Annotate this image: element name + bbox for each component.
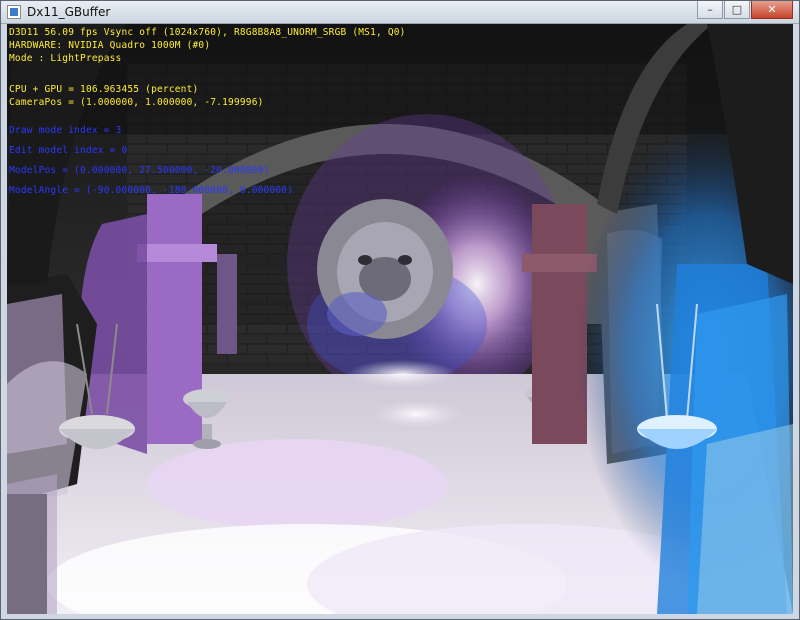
window-controls: – □ ✕ (696, 1, 793, 21)
hud-debug-line: Edit model index = 0 (9, 145, 128, 156)
maximize-button[interactable]: □ (724, 1, 750, 19)
minimize-icon: – (707, 3, 713, 16)
window-title: Dx11_GBuffer (27, 5, 111, 19)
app-window: Dx11_GBuffer – □ ✕ D3D11 56.09 fps Vsync… (0, 0, 800, 620)
hud-stat-line: CPU + GPU = 106.963455 (percent) (9, 84, 199, 95)
render-viewport[interactable]: D3D11 56.09 fps Vsync off (1024x760), R8… (7, 24, 793, 614)
hud-info-line: D3D11 56.09 fps Vsync off (1024x760), R8… (9, 27, 406, 38)
hud-info-line: Mode : LightPrepass (9, 53, 122, 64)
hud-debug-line: ModelPos = (0.000000, 27.500000, -20.000… (9, 165, 270, 176)
minimize-button[interactable]: – (697, 1, 723, 19)
hud-stat-line: CameraPos = (1.000000, 1.000000, -7.1999… (9, 97, 264, 108)
title-bar[interactable]: Dx11_GBuffer – □ ✕ (1, 1, 799, 24)
hud-debug-line: Draw mode index = 3 (9, 125, 122, 136)
maximize-icon: □ (731, 3, 743, 16)
hud-info-line: HARDWARE: NVIDIA Quadro 1000M (#0) (9, 40, 211, 51)
hud-debug-line: ModelAngle = (-90.000000, -180.000000, 0… (9, 185, 294, 196)
app-icon[interactable] (7, 5, 21, 19)
close-button[interactable]: ✕ (751, 1, 793, 19)
close-icon: ✕ (767, 3, 777, 16)
hud-overlay: D3D11 56.09 fps Vsync off (1024x760), R8… (7, 24, 793, 614)
